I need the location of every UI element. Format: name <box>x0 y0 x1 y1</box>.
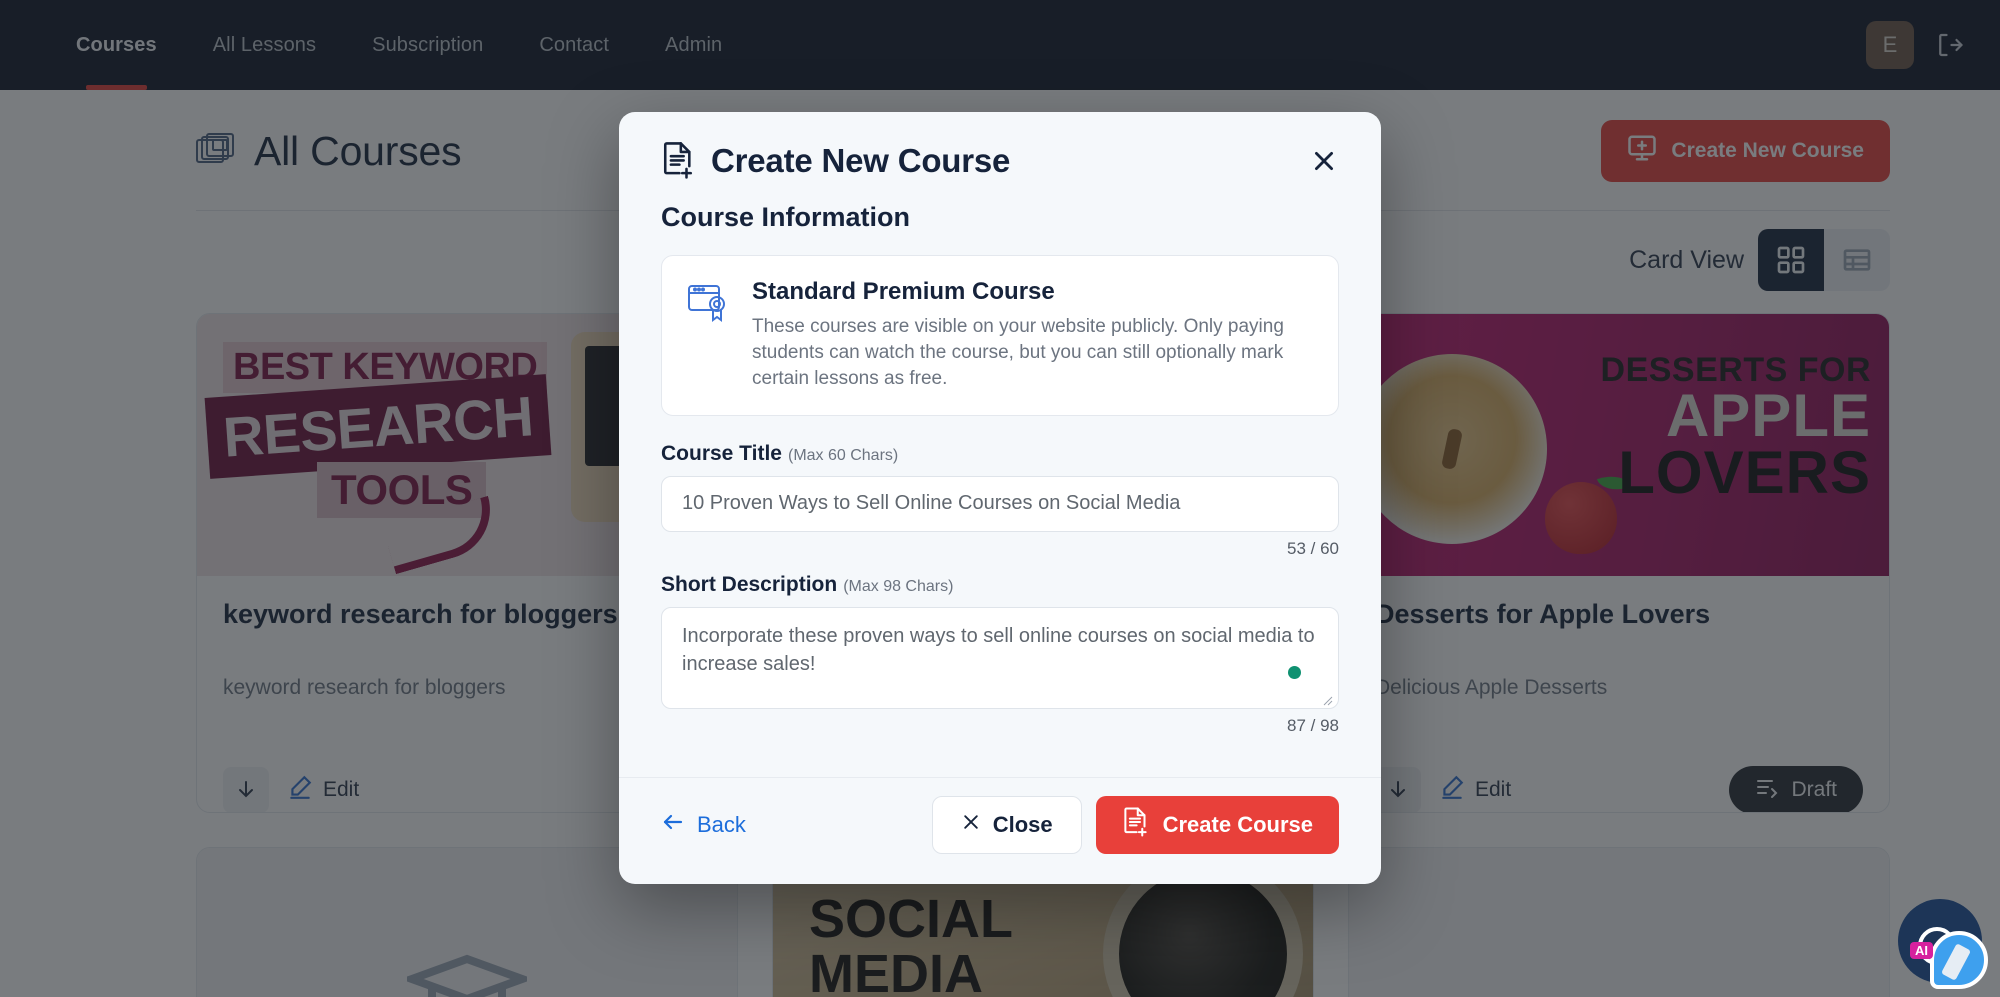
arrow-left-icon <box>661 810 685 840</box>
create-course-button[interactable]: Create Course <box>1095 796 1339 854</box>
short-description-label-text: Short Description <box>661 572 838 596</box>
modal-title: Create New Course <box>711 142 1011 179</box>
short-description-field-group: Short Description (Max 98 Chars) 87 / 98 <box>661 573 1339 736</box>
app-root: Courses All Lessons Subscription Contact… <box>0 0 2000 997</box>
course-title-label: Course Title (Max 60 Chars) <box>661 442 1339 466</box>
course-title-counter: 53 / 60 <box>1287 538 1339 558</box>
course-type-description: These courses are visible on your websit… <box>752 316 1284 390</box>
document-plus-icon <box>1122 807 1149 843</box>
short-description-counter: 87 / 98 <box>1287 715 1339 735</box>
valid-status-dot <box>1288 665 1301 679</box>
create-course-label: Create Course <box>1162 812 1313 837</box>
back-button[interactable]: Back <box>661 810 746 840</box>
modal-footer: Back Close Create Course <box>619 777 1381 884</box>
short-description-label: Short Description (Max 98 Chars) <box>661 573 1339 597</box>
short-description-wrapper <box>661 606 1339 709</box>
footer-actions: Close Create Course <box>931 796 1339 854</box>
close-button[interactable]: Close <box>931 796 1082 854</box>
course-type-text: Standard Premium Course These courses ar… <box>752 278 1314 393</box>
document-plus-icon <box>661 142 695 180</box>
close-button-label: Close <box>992 812 1053 837</box>
ai-chat-launcher[interactable]: AI <box>1898 899 1988 989</box>
ai-badge-label: AI <box>1910 942 1933 959</box>
short-description-max-hint: (Max 98 Chars) <box>843 577 954 595</box>
modal-body: Course Information Standard Premium Cour… <box>619 186 1381 777</box>
close-icon[interactable] <box>1309 146 1339 176</box>
premium-badge-icon <box>686 280 730 324</box>
pen-icon <box>1930 931 1988 989</box>
short-description-textarea[interactable] <box>661 606 1339 709</box>
course-title-input[interactable] <box>661 475 1339 532</box>
back-label: Back <box>697 812 746 837</box>
create-course-modal: Create New Course Course Information Sta… <box>619 112 1381 884</box>
x-icon <box>961 812 981 838</box>
modal-header: Create New Course <box>619 112 1381 186</box>
course-title-max-hint: (Max 60 Chars) <box>787 446 899 464</box>
resize-grip-icon[interactable] <box>1321 693 1333 706</box>
course-title-field-group: Course Title (Max 60 Chars) 53 / 60 <box>661 442 1339 559</box>
course-type-name: Standard Premium Course <box>752 278 1055 305</box>
course-type-card[interactable]: Standard Premium Course These courses ar… <box>661 255 1339 416</box>
course-title-label-text: Course Title <box>661 441 782 465</box>
section-title: Course Information <box>661 202 911 232</box>
